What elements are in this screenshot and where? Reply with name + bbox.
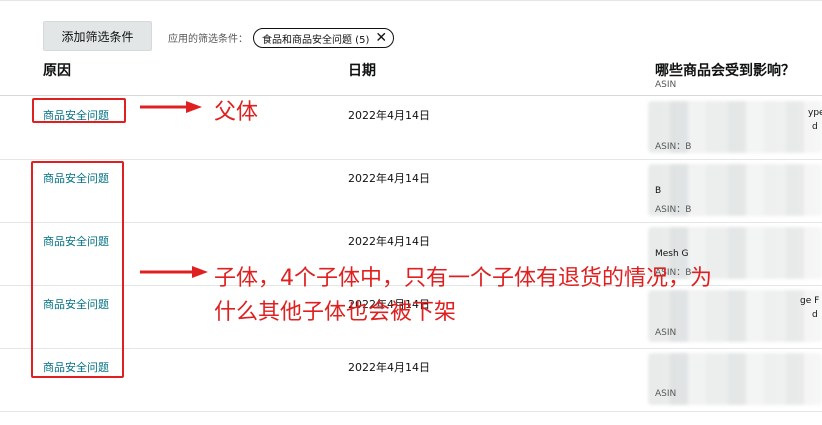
- column-header-affected: 哪些商品会受到影响？: [655, 63, 795, 79]
- close-icon[interactable]: ✕: [375, 31, 387, 45]
- column-header-date[interactable]: 日期: [348, 60, 376, 80]
- asin-label: ASIN：B: [655, 205, 692, 215]
- date-cell: 2022年4月14日: [348, 235, 430, 248]
- asin-label: ASIN: [655, 328, 677, 338]
- product-title-fragment: B: [655, 186, 662, 196]
- children-highlight-box: [31, 161, 124, 378]
- product-title-fragment: Mesh G: [655, 249, 689, 259]
- date-cell: 2022年4月14日: [348, 109, 430, 122]
- column-header-reason[interactable]: 原因: [43, 60, 71, 80]
- filter-chip[interactable]: 食品和商品安全问题 (5) ✕: [253, 28, 395, 48]
- children-annotation-line1: 子体，4个子体中，只有一个子体有退货的情况，为: [214, 266, 712, 291]
- product-title-fragment: d: [812, 310, 818, 320]
- date-cell: 2022年4月14日: [348, 361, 430, 374]
- asin-label: ASIN: [655, 389, 677, 399]
- children-annotation-line2: 什么其他子体也会被下架: [214, 300, 457, 325]
- add-filter-button[interactable]: 添加筛选条件: [43, 21, 152, 51]
- applied-filters-label: 应用的筛选条件：: [168, 34, 248, 45]
- parent-highlight-box: [32, 98, 126, 123]
- product-title-fragment: ype: [808, 108, 822, 118]
- children-arrow: [140, 266, 208, 278]
- top-border: [0, 0, 822, 5]
- parent-annotation: 父体: [214, 100, 259, 125]
- asin-label: ASIN：B: [655, 142, 692, 152]
- parent-arrow: [140, 101, 202, 113]
- filter-chip-label: 食品和商品安全问题 (5): [262, 34, 370, 46]
- product-title-fragment: d: [812, 122, 818, 132]
- date-cell: 2022年4月14日: [348, 172, 430, 185]
- product-title-fragment: ge F: [800, 296, 820, 306]
- column-subheader-asin: ASIN: [655, 80, 677, 90]
- header-divider: [0, 95, 822, 96]
